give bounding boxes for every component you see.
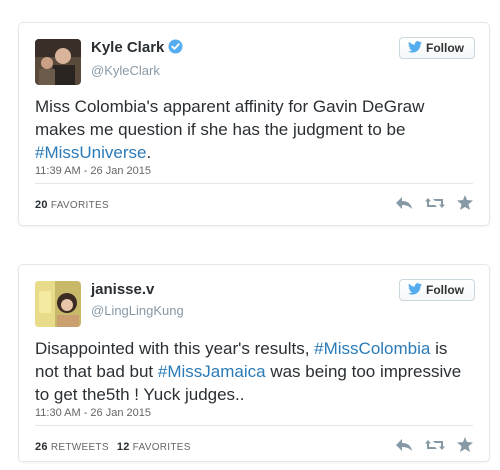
- twitter-bird-icon: [408, 282, 422, 298]
- favorites-label: FAVORITES: [132, 442, 191, 453]
- tweet-actions: [395, 195, 473, 215]
- follow-label: Follow: [426, 283, 464, 297]
- author-info: janisse.v @LingLingKung: [91, 281, 184, 318]
- retweets-count: 26: [35, 441, 48, 453]
- tweet-card-kyle-clark: Kyle Clark @KyleClark Follow Miss Colomb…: [18, 22, 490, 226]
- favorites-count: 20: [35, 199, 48, 211]
- retweets-label: RETWEETS: [50, 442, 109, 453]
- retweet-icon[interactable]: [425, 196, 445, 215]
- reply-icon[interactable]: [395, 196, 413, 215]
- divider: [35, 425, 473, 426]
- tweet-stats: 20 FAVORITES: [35, 199, 109, 211]
- reply-icon[interactable]: [395, 438, 413, 457]
- hashtag-link[interactable]: #MissColombia: [314, 339, 430, 358]
- tweet-card-janisse: janisse.v @LingLingKung Follow Disappoin…: [18, 264, 490, 462]
- divider: [35, 183, 473, 184]
- star-icon[interactable]: [457, 437, 473, 457]
- twitter-bird-icon: [408, 40, 422, 56]
- star-icon[interactable]: [457, 195, 473, 215]
- retweet-icon[interactable]: [425, 438, 445, 457]
- follow-button[interactable]: Follow: [399, 37, 475, 59]
- avatar[interactable]: [35, 281, 81, 327]
- tweet-text-part: Disappointed with this year's results,: [35, 339, 315, 358]
- screen-name[interactable]: @LingLingKung: [91, 303, 184, 318]
- favorites-label: FAVORITES: [50, 200, 109, 211]
- retweets-stat[interactable]: 26 RETWEETS: [35, 441, 109, 453]
- verified-badge-icon: [168, 39, 183, 59]
- screen-name[interactable]: @KyleClark: [91, 63, 183, 78]
- tweet-text-part: .: [146, 143, 152, 162]
- follow-label: Follow: [426, 41, 464, 55]
- favorites-count: 12: [116, 441, 130, 453]
- avatar[interactable]: [35, 39, 81, 85]
- follow-button[interactable]: Follow: [399, 279, 475, 301]
- tweet-actions: [395, 437, 473, 457]
- favorites-stat[interactable]: 12 FAVORITES: [116, 441, 191, 453]
- display-name[interactable]: Kyle Clark: [91, 39, 164, 56]
- display-name[interactable]: janisse.v: [91, 281, 154, 298]
- timestamp[interactable]: 11:39 AM - 26 Jan 2015: [35, 165, 151, 177]
- tweet-stats: 26 RETWEETS 12 FAVORITES: [35, 441, 191, 453]
- tweet-text: Disappointed with this year's results, #…: [35, 337, 469, 406]
- tweet-text-part: Miss Colombia's apparent affinity for Ga…: [35, 97, 425, 139]
- hashtag-link[interactable]: #MissJamaica: [158, 362, 266, 381]
- favorites-stat[interactable]: 20 FAVORITES: [35, 199, 109, 211]
- tweet-text: Miss Colombia's apparent affinity for Ga…: [35, 95, 469, 164]
- author-info: Kyle Clark @KyleClark: [91, 39, 183, 78]
- timestamp[interactable]: 11:30 AM - 26 Jan 2015: [35, 407, 151, 419]
- hashtag-link[interactable]: #MissUniverse: [35, 143, 146, 162]
